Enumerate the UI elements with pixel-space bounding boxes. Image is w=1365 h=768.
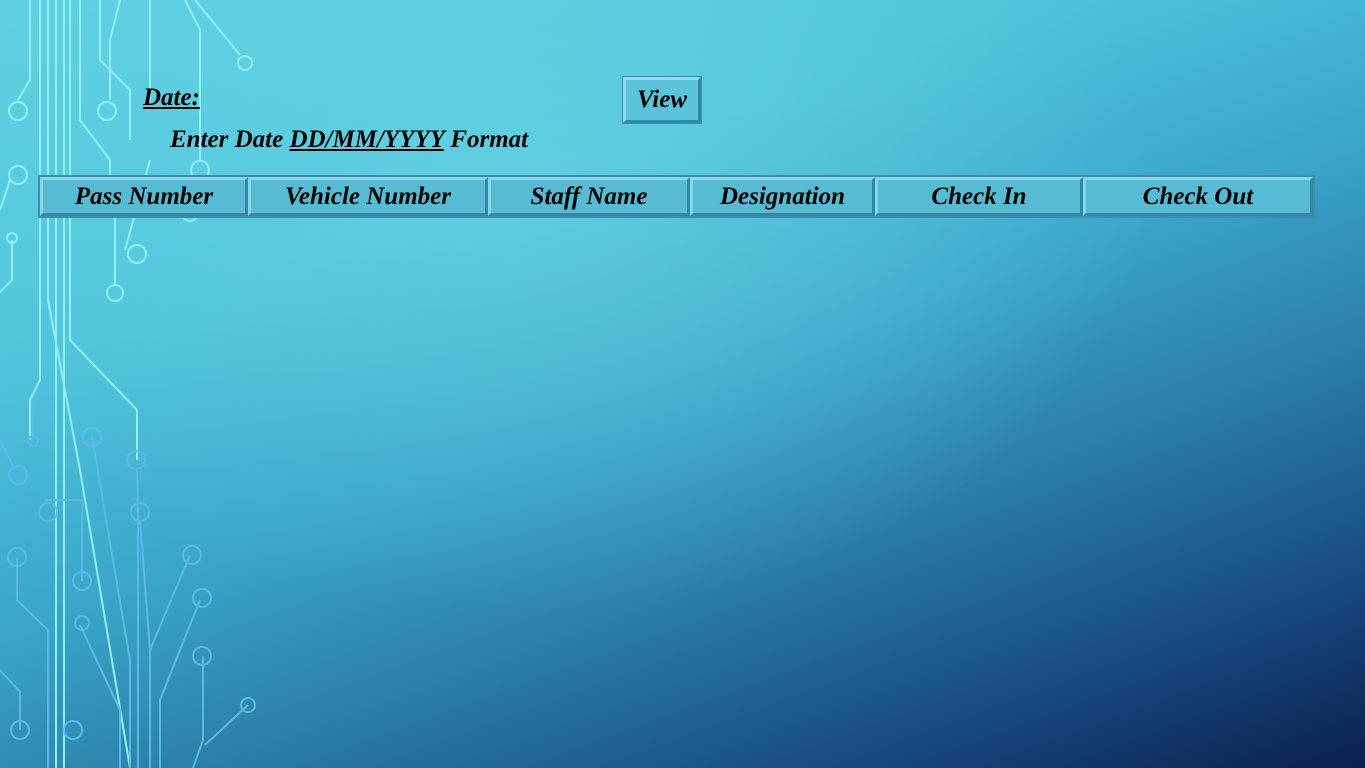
date-hint-suffix: Format	[444, 126, 529, 153]
date-label: Date:	[143, 84, 200, 111]
date-hint-format: DD/MM/YYYY	[289, 126, 445, 153]
column-header-designation[interactable]: Designation	[690, 177, 875, 216]
column-header-check-in[interactable]: Check In	[875, 177, 1083, 216]
date-hint-prefix: Enter Date	[170, 126, 290, 153]
circuit-decoration-icon	[0, 0, 256, 768]
column-header-check-out[interactable]: Check Out	[1083, 177, 1313, 216]
column-header-staff-name[interactable]: Staff Name	[488, 177, 690, 216]
column-header-vehicle-number[interactable]: Vehicle Number	[248, 177, 488, 216]
column-header-pass-number[interactable]: Pass Number	[40, 177, 248, 216]
view-button[interactable]: View	[622, 76, 702, 124]
table-header: Pass Number Vehicle Number Staff Name De…	[38, 175, 1315, 218]
date-format-hint: Enter Date DD/MM/YYYY Format	[170, 126, 528, 154]
